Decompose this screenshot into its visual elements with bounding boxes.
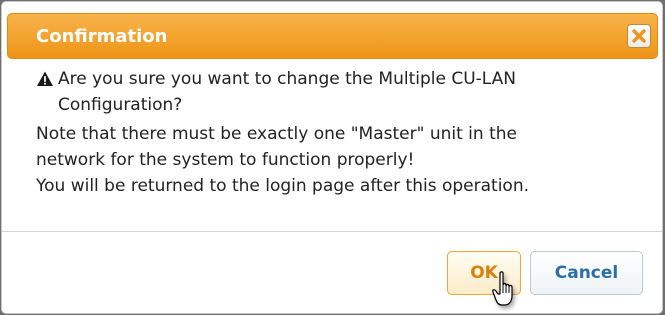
footer-divider xyxy=(2,231,662,232)
dialog-body: Are you sure you want to change the Mult… xyxy=(2,66,662,230)
confirmation-question: Are you sure you want to change the Mult… xyxy=(58,69,516,115)
dialog-titlebar: Confirmation xyxy=(7,13,658,59)
close-icon xyxy=(632,29,646,43)
return-notice: You will be returned to the login page a… xyxy=(36,176,529,196)
ok-button[interactable]: OK xyxy=(447,251,521,295)
dialog-title: Confirmation xyxy=(36,26,168,47)
warning-icon xyxy=(37,71,53,86)
warning-message: Are you sure you want to change the Mult… xyxy=(36,66,628,118)
close-button[interactable] xyxy=(627,24,651,48)
confirmation-dialog: Confirmation Are you sure you want to ch… xyxy=(1,1,663,314)
note-line-1: Note that there must be exactly one "Mas… xyxy=(36,124,517,144)
cancel-button[interactable]: Cancel xyxy=(530,251,643,295)
note-line-2: network for the system to function prope… xyxy=(36,150,415,170)
